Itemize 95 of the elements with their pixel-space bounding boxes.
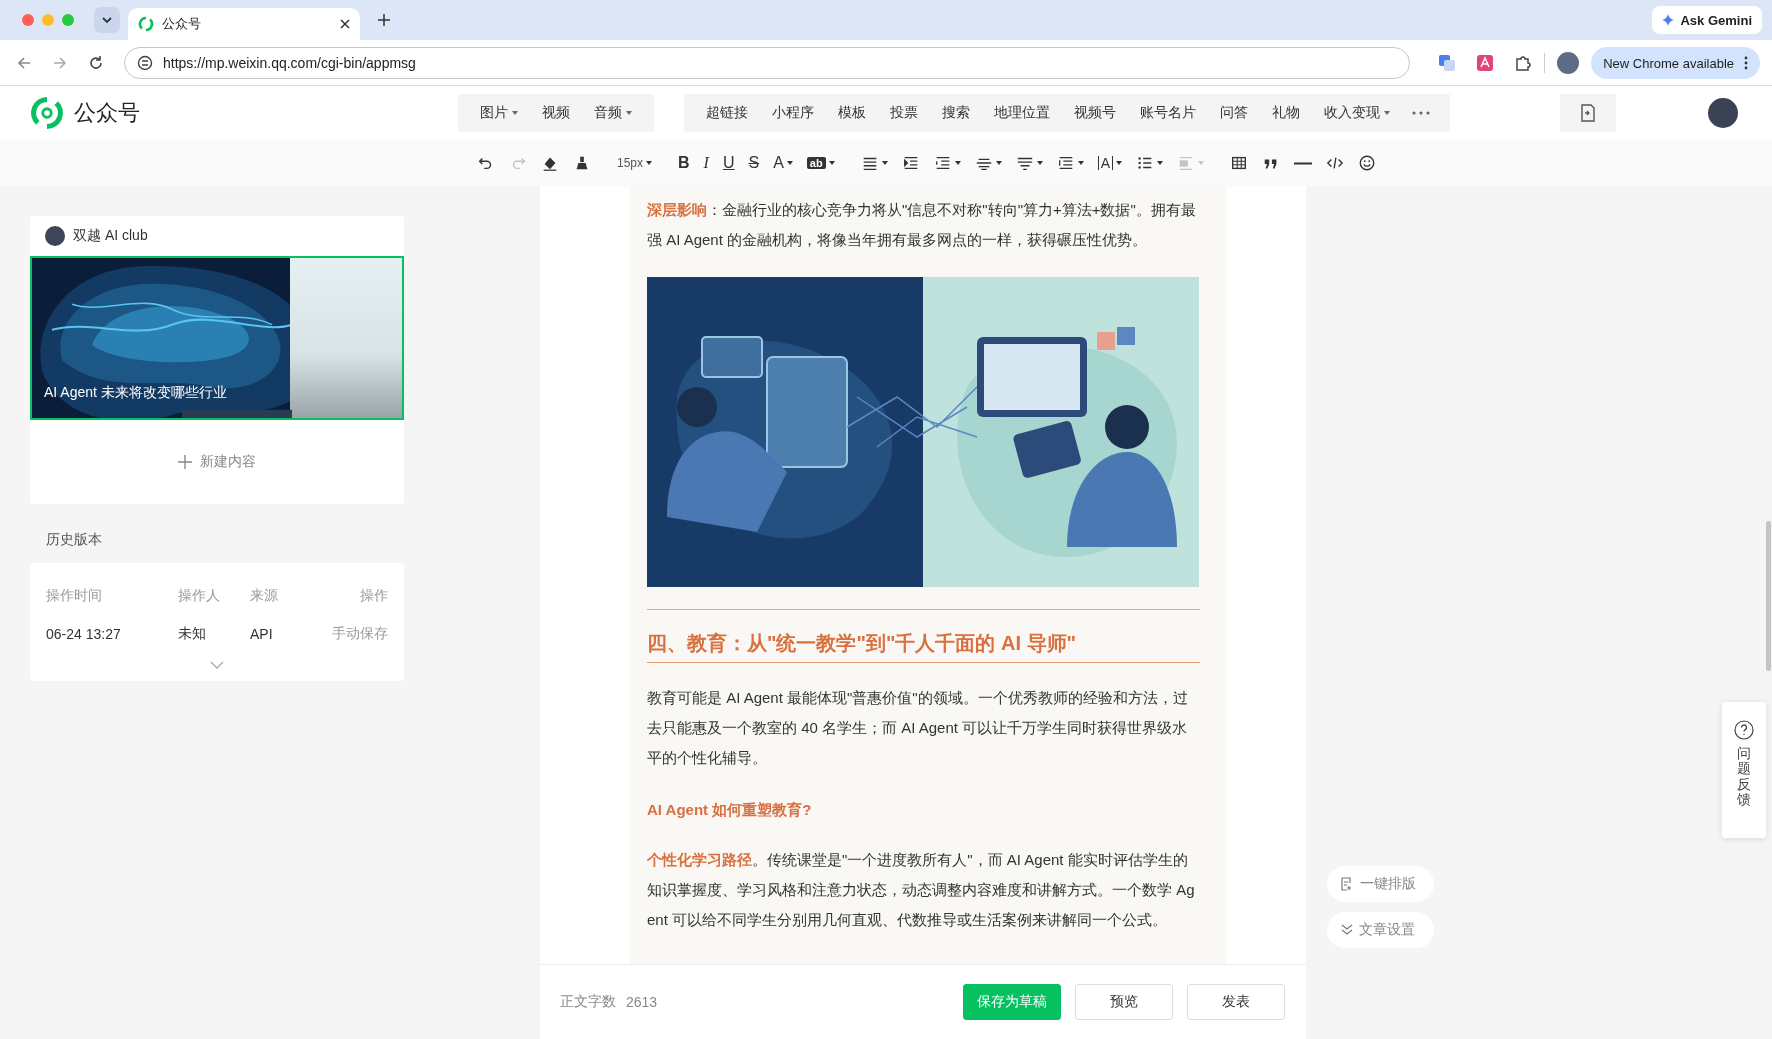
- feedback-button[interactable]: 问题反馈: [1722, 702, 1766, 838]
- toolbar-glyph: A: [1097, 156, 1113, 170]
- indent-icon: [901, 154, 920, 172]
- sparkle-icon: [1662, 14, 1675, 26]
- more-icon[interactable]: [1412, 111, 1430, 115]
- column-header: 操作人: [178, 587, 221, 605]
- extension-icon[interactable]: [1476, 54, 1495, 72]
- insert-menu-item[interactable]: 视频: [530, 94, 582, 132]
- paragraph-icon: [1056, 154, 1075, 172]
- back-icon[interactable]: [16, 55, 32, 71]
- new-content-button[interactable]: 新建内容: [30, 420, 404, 504]
- table-cell-text: 06-24 13:27: [46, 626, 122, 642]
- font-size-select[interactable]: 15px: [614, 149, 656, 177]
- emoji-icon: [1358, 154, 1376, 172]
- brand-name: 公众号: [74, 99, 140, 127]
- list-icon: [1136, 154, 1154, 172]
- spacing-icon: [933, 154, 952, 172]
- user-avatar[interactable]: [1708, 98, 1738, 128]
- footer-button[interactable]: 预览: [1075, 984, 1173, 1020]
- toolbar-glyph: U: [722, 154, 735, 172]
- account-name: 双越 AI club: [73, 227, 148, 245]
- new-tab-icon[interactable]: [378, 14, 390, 26]
- button-label: 一键排版: [1360, 875, 1416, 893]
- scrollbar-thumb[interactable]: [1766, 521, 1771, 671]
- insert-menu-item[interactable]: 视频号: [1062, 94, 1128, 132]
- insert-menu-item[interactable]: 图片: [468, 94, 530, 132]
- double-chevron-icon: [1341, 924, 1353, 936]
- browser-tab[interactable]: 公众号: [128, 8, 360, 40]
- article-cover[interactable]: AI Agent 未来将改变哪些行业: [30, 256, 404, 420]
- article-title: AI Agent 未来将改变哪些行业: [44, 384, 227, 402]
- block-icon: [1177, 154, 1195, 172]
- column-header: 来源: [250, 587, 279, 605]
- account-avatar: [45, 226, 65, 246]
- button-label: 文章设置: [1359, 921, 1415, 939]
- auto-format-button[interactable]: 一键排版: [1327, 866, 1434, 902]
- reload-icon[interactable]: [88, 55, 104, 71]
- insert-menu-item[interactable]: 搜索: [930, 94, 982, 132]
- feedback-label: 问题反馈: [1737, 746, 1751, 808]
- word-count-label: 正文字数: [560, 993, 616, 1011]
- column-header: 操作: [359, 587, 388, 605]
- column-header: 操作时间: [46, 587, 103, 605]
- profile-avatar[interactable]: [1557, 52, 1580, 74]
- table-icon: [1230, 154, 1248, 172]
- letter-spacing-button[interactable]: A: [1094, 149, 1125, 177]
- plus-icon: [178, 455, 192, 469]
- underline-button[interactable]: U: [719, 149, 738, 177]
- word-count: 2613: [626, 994, 658, 1010]
- document-button[interactable]: [1560, 94, 1616, 132]
- insert-menu-item[interactable]: 地理位置: [982, 94, 1062, 132]
- toolbar-glyph: A: [773, 154, 784, 172]
- tab-list-button[interactable]: [94, 7, 120, 33]
- help-icon: [1734, 720, 1754, 740]
- highlight-button[interactable]: ab: [803, 149, 838, 177]
- document-icon: [1341, 877, 1354, 891]
- logo-icon: [138, 16, 154, 32]
- menu-icon: [1744, 56, 1748, 70]
- strike-button[interactable]: S: [745, 149, 763, 177]
- update-chrome-button[interactable]: New Chrome available: [1591, 47, 1760, 79]
- insert-menu-item[interactable]: 音频: [582, 94, 644, 132]
- insert-menu-item[interactable]: 礼物: [1260, 94, 1312, 132]
- paragraph: 深层影响：金融行业的核心竞争力将从"信息不对称"转向"算力+算法+数据"。拥有最强 AI Agent 的金融机构，将像当年拥有最多网点的一样，获得碾压性优势。: [647, 200, 1197, 250]
- tab-title: 公众号: [162, 15, 202, 33]
- section-heading: 四、教育：从"统一教学"到"千人千面的 AI 导师": [647, 628, 1200, 663]
- subheading: AI Agent 如何重塑教育?: [647, 800, 813, 820]
- insert-menu-item[interactable]: 问答: [1208, 94, 1260, 132]
- bold-button[interactable]: B: [675, 149, 693, 177]
- insert-menu-item[interactable]: 账号名片: [1128, 94, 1208, 132]
- translate-icon[interactable]: [1438, 54, 1457, 72]
- insert-menu-item[interactable]: 小程序: [760, 94, 826, 132]
- toolbar-glyph: I: [703, 154, 709, 172]
- toolbar-glyph: S: [748, 154, 760, 172]
- site-info-icon[interactable]: [137, 55, 153, 71]
- close-icon[interactable]: [340, 19, 350, 29]
- insert-menu-item[interactable]: 模板: [826, 94, 878, 132]
- rule-icon: [1294, 161, 1312, 165]
- toolbar-glyph: 15px: [617, 156, 644, 170]
- italic-button[interactable]: I: [700, 149, 712, 177]
- article-settings-button[interactable]: 文章设置: [1327, 912, 1434, 948]
- puzzle-icon[interactable]: [1514, 54, 1533, 72]
- toolbar-glyph: ab: [806, 157, 826, 169]
- logo-icon: [30, 96, 64, 130]
- footer-button[interactable]: 发表: [1187, 984, 1285, 1020]
- document-icon: [1580, 104, 1596, 122]
- section-title: 历史版本: [46, 531, 103, 549]
- insert-menu-item[interactable]: 收入变现: [1312, 94, 1402, 132]
- paragraph: 教育可能是 AI Agent 最能体现"普惠价值"的领域。一个优秀教师的经验和方法，过去只能惠及一个教室的 40 名学生；而 AI Agent 可以让千万学生同时获得世界级水平的个性化辅导。: [647, 688, 1189, 768]
- font-color-button[interactable]: A: [770, 149, 796, 177]
- table-cell-text: 未知: [178, 625, 207, 643]
- ask-gemini-button[interactable]: Ask Gemini: [1652, 6, 1762, 34]
- toolbar-glyph: B: [678, 154, 690, 172]
- insert-menu-item[interactable]: 投票: [878, 94, 930, 132]
- chevron-down-icon: [101, 14, 113, 26]
- table-cell-text: API: [250, 626, 274, 642]
- insert-menu-item[interactable]: 超链接: [694, 94, 760, 132]
- paragraph: 个性化学习路径。传统课堂是"一个进度教所有人"，而 AI Agent 能实时评估学生的知识掌握度、学习风格和注意力状态，动态调整内容难度和讲解方式。一个数学 Agent 可以给不同学生分别用几何直观、代数推导或生活案例来讲解同一个公式。: [647, 850, 1196, 930]
